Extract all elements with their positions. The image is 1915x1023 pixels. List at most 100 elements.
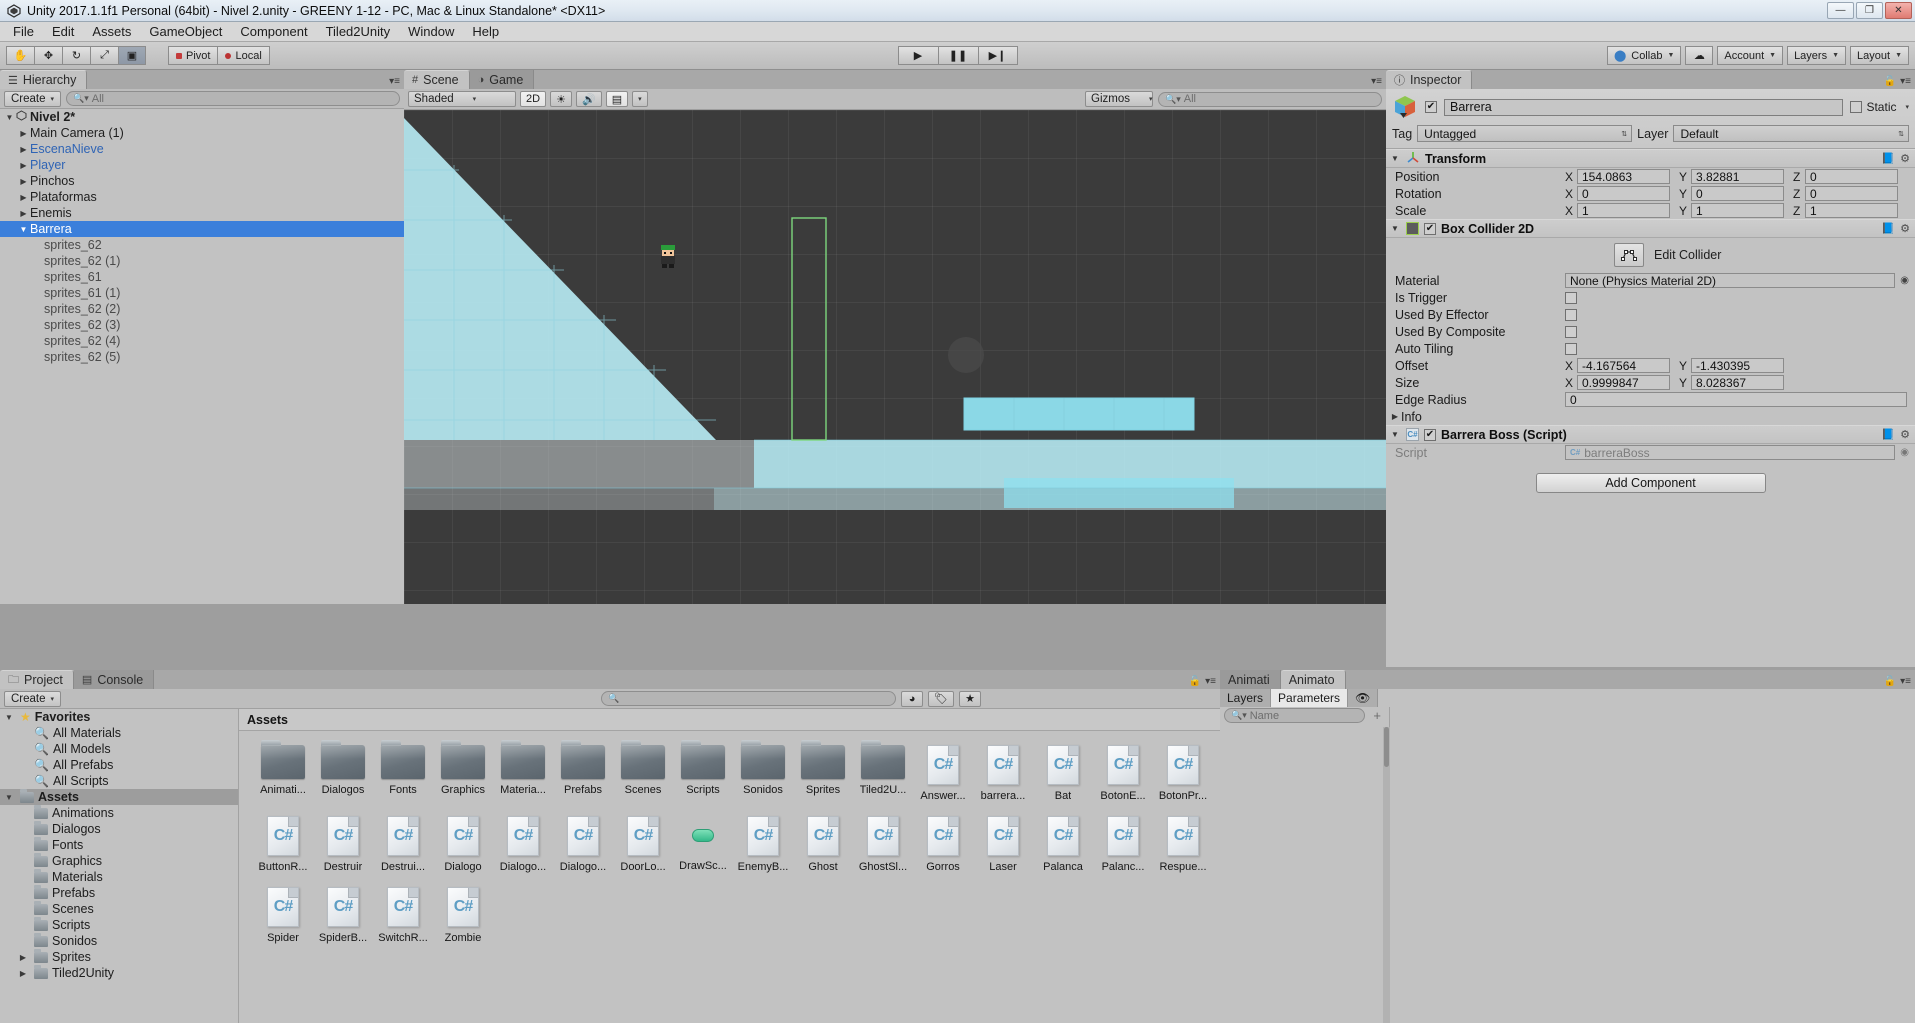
- rotation-y-input[interactable]: 0: [1691, 186, 1784, 201]
- account-button[interactable]: Account ▼: [1717, 46, 1784, 65]
- layers-button[interactable]: Layers ▼: [1787, 46, 1847, 65]
- chevron-down-icon[interactable]: ▼: [1391, 224, 1401, 233]
- asset-item[interactable]: Fonts: [373, 740, 433, 802]
- hierarchy-item[interactable]: sprites_62 (1): [0, 253, 404, 269]
- chevron-down-icon[interactable]: ▼: [2, 793, 16, 802]
- scene-fx-icon[interactable]: ▤: [605, 91, 629, 107]
- scene-fx-dropdown[interactable]: ▾: [632, 91, 648, 107]
- asset-item[interactable]: C# EnemyB...: [733, 816, 793, 873]
- asset-item[interactable]: Animati...: [253, 740, 313, 802]
- tab-console[interactable]: ▤ Console: [73, 670, 155, 689]
- used-by-composite-checkbox[interactable]: [1565, 325, 1577, 338]
- script-enabled-checkbox[interactable]: ✔: [1424, 428, 1436, 441]
- menu-tiled2unity[interactable]: Tiled2Unity: [317, 22, 400, 41]
- asset-item[interactable]: Tiled2U...: [853, 740, 913, 802]
- box-collider-enabled-checkbox[interactable]: ✔: [1424, 222, 1436, 235]
- panel-menu-icon[interactable]: ▾≡: [389, 76, 400, 87]
- local-toggle[interactable]: Local: [217, 46, 270, 65]
- chevron-down-icon[interactable]: ▼: [3, 113, 16, 122]
- chevron-down-icon[interactable]: ▼: [17, 225, 30, 234]
- asset-item[interactable]: C# BotonPr...: [1153, 745, 1213, 802]
- project-tree-item[interactable]: Sonidos: [0, 932, 238, 949]
- project-tree-item[interactable]: ▼ Assets: [0, 788, 238, 805]
- is-trigger-checkbox[interactable]: [1565, 291, 1577, 304]
- edge-radius-input[interactable]: 0: [1565, 392, 1907, 407]
- scene-audio-icon[interactable]: 🔊: [576, 91, 602, 107]
- scene-lighting-icon[interactable]: ☀: [550, 91, 573, 107]
- chevron-right-icon[interactable]: ▶: [17, 209, 30, 218]
- tab-project[interactable]: 🗀 Project: [0, 670, 74, 689]
- animator-eye-icon[interactable]: 👁: [1348, 689, 1379, 707]
- position-z-input[interactable]: 0: [1805, 169, 1898, 184]
- project-tree-item[interactable]: ▼ ★ Favorites: [0, 709, 238, 725]
- animator-param-search-input[interactable]: 🔍▾ Name: [1224, 708, 1366, 723]
- chevron-down-icon[interactable]: ▼: [1391, 154, 1401, 163]
- layer-dropdown[interactable]: Default ⇅: [1673, 125, 1909, 142]
- step-button[interactable]: ▶❙: [977, 46, 1018, 65]
- tab-inspector[interactable]: ⓘ Inspector: [1386, 70, 1473, 89]
- hierarchy-item[interactable]: ▼ Nivel 2*: [0, 109, 404, 125]
- asset-item[interactable]: Graphics: [433, 740, 493, 802]
- project-search-input[interactable]: 🔍: [601, 691, 897, 706]
- position-x-input[interactable]: 154.0863: [1577, 169, 1670, 184]
- asset-item[interactable]: C# Zombie: [433, 887, 493, 944]
- asset-item[interactable]: Materia...: [493, 740, 553, 802]
- hierarchy-item[interactable]: ▶ Pinchos: [0, 173, 404, 189]
- asset-item[interactable]: C# Spider: [253, 887, 313, 944]
- collider-info-row[interactable]: ▶ Info: [1386, 408, 1915, 425]
- project-create-button[interactable]: Create ▾: [4, 690, 62, 707]
- hierarchy-search-input[interactable]: 🔍▾ All: [66, 91, 400, 106]
- maximize-button[interactable]: ❐: [1856, 2, 1883, 19]
- favorite-star-icon[interactable]: ★: [959, 690, 982, 707]
- gear-icon[interactable]: ⚙: [1900, 222, 1910, 235]
- project-tree-item[interactable]: Scenes: [0, 900, 238, 917]
- layout-button[interactable]: Layout ▼: [1850, 46, 1909, 65]
- tab-game[interactable]: ◑ Game: [469, 70, 535, 89]
- hierarchy-item[interactable]: sprites_62 (5): [0, 349, 404, 365]
- rotation-x-input[interactable]: 0: [1577, 186, 1670, 201]
- menu-file[interactable]: File: [4, 22, 43, 41]
- asset-item[interactable]: C# Ghost: [793, 816, 853, 873]
- asset-item[interactable]: C# ButtonR...: [253, 816, 313, 873]
- hand-tool-icon[interactable]: ✋: [6, 46, 34, 65]
- project-tree-item[interactable]: 🔍 All Prefabs: [0, 757, 238, 773]
- project-tree-item[interactable]: Animations: [0, 804, 238, 821]
- offset-y-input[interactable]: -1.430395: [1691, 358, 1784, 373]
- chevron-down-icon[interactable]: ▾: [1905, 103, 1909, 111]
- static-toggle[interactable]: Static ▾: [1850, 100, 1909, 114]
- chevron-down-icon[interactable]: ▼: [1391, 430, 1401, 439]
- asset-item[interactable]: C# Palanc...: [1093, 816, 1153, 873]
- object-name-input[interactable]: Barrera: [1444, 98, 1844, 116]
- hierarchy-item[interactable]: sprites_62 (2): [0, 301, 404, 317]
- hierarchy-item[interactable]: sprites_62 (4): [0, 333, 404, 349]
- tab-hierarchy[interactable]: ☰ Hierarchy: [0, 70, 88, 89]
- asset-item[interactable]: Dialogos: [313, 740, 373, 802]
- scale-y-input[interactable]: 1: [1691, 203, 1784, 218]
- asset-item[interactable]: C# SpiderB...: [313, 887, 373, 944]
- panel-menu-icon[interactable]: ▾≡: [1205, 676, 1216, 687]
- tag-dropdown[interactable]: Untagged ⇅: [1417, 125, 1633, 142]
- close-button[interactable]: ✕: [1885, 2, 1912, 19]
- hierarchy-item[interactable]: ▶ Plataformas: [0, 189, 404, 205]
- add-component-button[interactable]: Add Component: [1535, 473, 1766, 493]
- asset-item[interactable]: C# DoorLo...: [613, 816, 673, 873]
- hierarchy-item[interactable]: ▶ Main Camera (1): [0, 125, 404, 141]
- project-tree-item[interactable]: 🔍 All Scripts: [0, 773, 238, 789]
- hierarchy-item[interactable]: ▶ Player: [0, 157, 404, 173]
- minimize-button[interactable]: —: [1827, 2, 1854, 19]
- project-tree-item[interactable]: Graphics: [0, 852, 238, 869]
- project-tree-item[interactable]: ▶ Tiled2Unity: [0, 964, 238, 981]
- scale-x-input[interactable]: 1: [1577, 203, 1670, 218]
- add-parameter-button[interactable]: +: [1369, 708, 1385, 723]
- size-x-input[interactable]: 0.9999847: [1577, 375, 1670, 390]
- move-tool-icon[interactable]: ✥: [34, 46, 62, 65]
- assets-grid[interactable]: Animati... Dialogos Fonts Graphics Materia..…: [239, 731, 1220, 1023]
- asset-item[interactable]: Sonidos: [733, 740, 793, 802]
- asset-item[interactable]: Prefabs: [553, 740, 613, 802]
- help-icon[interactable]: 📘: [1881, 222, 1895, 235]
- project-tree-item[interactable]: Dialogos: [0, 820, 238, 837]
- asset-item[interactable]: C# Laser: [973, 816, 1033, 873]
- asset-item[interactable]: Scripts: [673, 740, 733, 802]
- pause-button[interactable]: ❚❚: [937, 46, 978, 65]
- material-object-field[interactable]: None (Physics Material 2D): [1565, 273, 1895, 288]
